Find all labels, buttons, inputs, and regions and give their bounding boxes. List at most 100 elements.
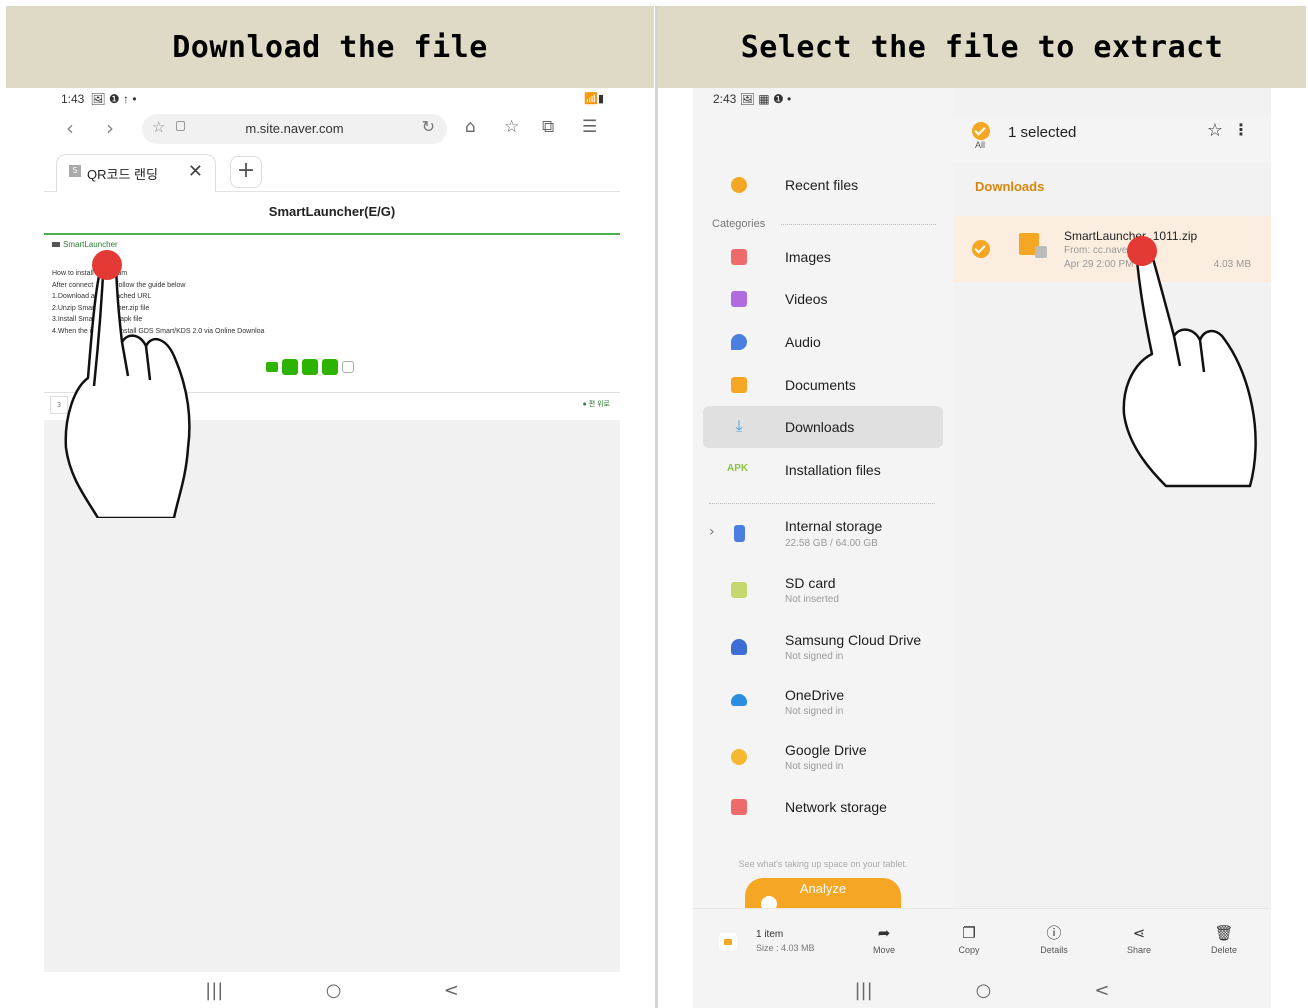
google-drive-icon [731, 749, 747, 765]
copy-button[interactable]: ❐ Copy [939, 923, 999, 955]
file-manager-screen: 2:43 🖼 ▦ ❶ • 📶▮ Recent files Categories … [693, 88, 1271, 1008]
sidebar-item-videos[interactable]: Videos [703, 278, 943, 320]
video-icon [731, 291, 747, 307]
delete-button[interactable]: 🗑 Delete [1194, 923, 1254, 955]
music-note-icon [731, 334, 747, 350]
pointing-hand-icon [64, 254, 191, 518]
info-icon: ⓘ [1046, 924, 1062, 942]
sidebar-sublabel: Not signed in [785, 761, 844, 772]
bookmarks-icon[interactable]: ☆ [504, 117, 519, 137]
move-button[interactable]: ➦ Move [854, 923, 914, 955]
page-title: SmartLauncher(E/G) [268, 204, 396, 219]
onedrive-icon [731, 694, 747, 706]
tab-title: QR코드 랜딩 [87, 167, 158, 182]
sidebar-label: Google Drive [785, 742, 867, 758]
document-icon [731, 377, 747, 393]
sidebar-sublabel: 22.58 GB / 64.00 GB [785, 538, 878, 549]
copy-icon: ❐ [962, 924, 976, 942]
address-row: ‹ › ☆ m.site.naver.com ↻ ⌂ ☆ ⧉ ☰ [44, 112, 620, 146]
file-checkbox[interactable] [972, 240, 990, 258]
sidebar-item-installation[interactable]: APK Installation files [703, 449, 943, 491]
sidebar-item-samsung-cloud[interactable]: Samsung Cloud Drive Not signed in [703, 625, 943, 673]
banner-download: Download the file [6, 6, 654, 88]
sidebar-item-internal-storage[interactable]: › Internal storage 22.58 GB / 64.00 GB [703, 512, 943, 560]
share-buttons [266, 359, 354, 375]
sidebar-sublabel: Not inserted [785, 594, 839, 605]
sidebar-label: Audio [785, 334, 821, 350]
sidebar-item-documents[interactable]: Documents [703, 364, 943, 406]
selection-toolbar: All 1 selected ☆ ⋮ [953, 116, 1271, 162]
system-nav-bar: ||| ○ < [44, 972, 620, 1008]
image-icon [731, 249, 747, 265]
close-tab-icon[interactable]: ✕ [188, 161, 203, 182]
sidebar-item-network-storage[interactable]: Network storage [703, 786, 943, 828]
selection-count: 1 item [756, 929, 784, 940]
move-icon: ➦ [877, 924, 891, 942]
clock-icon [731, 177, 747, 193]
title-underline [44, 233, 620, 235]
tabs-icon[interactable]: ⧉ [542, 117, 554, 137]
section-title: Downloads [975, 179, 1045, 194]
storage-divider [709, 503, 935, 504]
sidebar-label: Documents [785, 377, 856, 393]
sidebar-label: Samsung Cloud Drive [785, 632, 922, 648]
home-nav-icon[interactable]: ○ [976, 980, 992, 1001]
banner-select: Select the file to extract [658, 6, 1306, 88]
forward-icon[interactable]: › [106, 116, 114, 140]
tab-strip: S QR코드 랜딩 ✕ + [44, 150, 620, 192]
sidebar-label: Videos [785, 291, 828, 307]
details-button[interactable]: ⓘ Details [1024, 923, 1084, 955]
band-share-icon[interactable] [302, 359, 318, 375]
sidebar-item-audio[interactable]: Audio [703, 321, 943, 363]
share-label: Share [1126, 945, 1152, 955]
details-label: Details [1040, 945, 1068, 955]
bottom-action-bar: 1 item Size : 4.03 MB ➦ Move ❐ Copy ⓘ De… [693, 908, 1271, 972]
reload-icon[interactable]: ↻ [422, 117, 435, 136]
back-nav-icon[interactable]: < [1094, 980, 1109, 1001]
copy-label: Copy [958, 945, 980, 955]
scroll-top-link[interactable]: ● 편 위로 [583, 399, 610, 409]
share-button[interactable]: ⋖ Share [1109, 923, 1169, 955]
status-bar: 1:43 🖼 ❶ ↑ • [61, 92, 137, 106]
blog-share-icon[interactable] [322, 359, 338, 375]
selected-count: 1 selected [1008, 124, 1077, 141]
browser-tab[interactable]: S QR코드 랜딩 ✕ [56, 154, 216, 192]
share-icon: ⋖ [1132, 924, 1146, 942]
tap-indicator [92, 250, 122, 280]
sidebar-label: Internal storage [785, 518, 883, 534]
home-nav-icon[interactable]: ○ [326, 980, 342, 1001]
browser-screen: 1:43 🖼 ❶ ↑ • 📶▮ ‹ › ☆ m.site.naver.com ↻… [44, 88, 620, 1008]
recents-icon[interactable]: ||| [854, 980, 872, 1001]
sidebar-label: OneDrive [785, 687, 845, 703]
back-nav-icon[interactable]: < [444, 980, 459, 1001]
talk-share-icon[interactable] [282, 359, 298, 375]
sidebar-item-google-drive[interactable]: Google Drive Not signed in [703, 735, 943, 783]
categories-divider [781, 224, 936, 225]
select-all-checkbox[interactable] [972, 122, 990, 140]
menu-icon[interactable]: ☰ [582, 117, 597, 137]
external-share-icon[interactable] [342, 361, 354, 373]
sidebar-item-recent[interactable]: Recent files [703, 164, 943, 206]
file-list-pane [953, 88, 1271, 908]
home-icon[interactable]: ⌂ [465, 117, 476, 137]
back-icon[interactable]: ‹ [66, 116, 74, 140]
status-time: 1:43 [61, 92, 85, 106]
server-icon [731, 799, 747, 815]
system-nav-bar: ||| ○ < [693, 972, 1271, 1008]
phone-icon [734, 525, 745, 542]
download-icon: ⤓ [735, 416, 743, 435]
sidebar-item-onedrive[interactable]: OneDrive Not signed in [703, 680, 943, 728]
line-share-icon[interactable] [266, 362, 278, 372]
recents-icon[interactable]: ||| [205, 980, 223, 1001]
sidebar-item-images[interactable]: Images [703, 236, 943, 278]
sidebar-label: Downloads [785, 419, 855, 435]
url-bar[interactable]: ☆ m.site.naver.com ↻ [142, 114, 447, 144]
sidebar-label: Network storage [785, 799, 887, 815]
sidebar-item-downloads[interactable]: ⤓ Downloads [703, 406, 943, 448]
new-tab-button[interactable]: + [230, 156, 262, 188]
favorite-star-icon[interactable]: ☆ [1207, 120, 1223, 141]
storage-hint: See what's taking up space on your table… [738, 859, 908, 869]
expand-chevron-icon[interactable]: › [709, 524, 715, 540]
sidebar-item-sd-card[interactable]: SD card Not inserted [703, 568, 943, 616]
more-options-icon[interactable]: ⋮ [1233, 120, 1249, 139]
